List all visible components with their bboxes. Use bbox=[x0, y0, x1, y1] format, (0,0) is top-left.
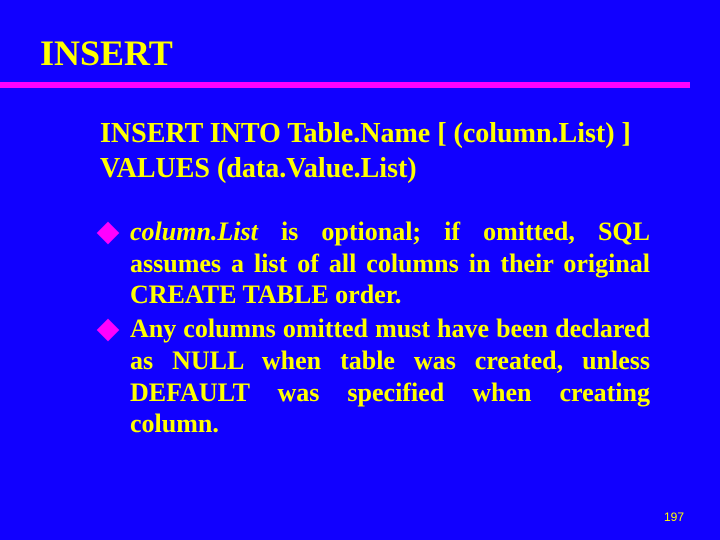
syntax-line-2: VALUES (data.Value.List) bbox=[100, 151, 650, 186]
slide: INSERT INSERT INTO Table.Name [ (column.… bbox=[0, 0, 720, 540]
slide-title: INSERT bbox=[20, 32, 720, 80]
diamond-bullet-icon bbox=[97, 222, 120, 245]
diamond-bullet-icon bbox=[97, 319, 120, 342]
bullet-text: column.List is optional; if omitted, SQL… bbox=[130, 216, 650, 311]
bullet-rest: Any columns omitted must have been decla… bbox=[130, 314, 650, 438]
list-item: column.List is optional; if omitted, SQL… bbox=[100, 216, 650, 311]
page-number: 197 bbox=[664, 510, 684, 524]
syntax-block: INSERT INTO Table.Name [ (column.List) ]… bbox=[100, 116, 650, 186]
list-item: Any columns omitted must have been decla… bbox=[100, 313, 650, 440]
syntax-line-1: INSERT INTO Table.Name [ (column.List) ] bbox=[100, 116, 650, 151]
bullet-text: Any columns omitted must have been decla… bbox=[130, 313, 650, 440]
title-block: INSERT bbox=[20, 32, 720, 88]
title-underline bbox=[0, 82, 690, 88]
bullet-list: column.List is optional; if omitted, SQL… bbox=[100, 216, 650, 440]
bullet-italic-lead: column.List bbox=[130, 217, 258, 246]
